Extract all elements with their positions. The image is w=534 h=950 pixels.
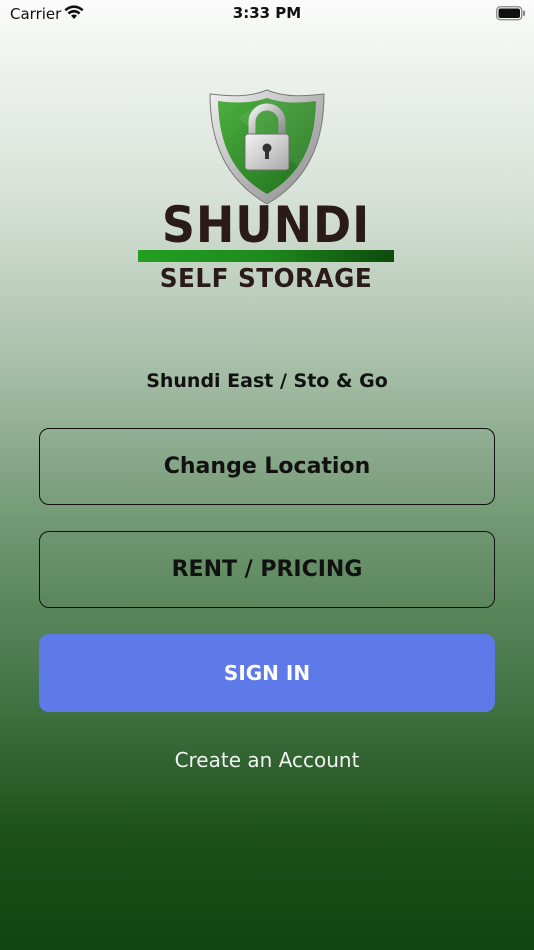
shield-lock-icon: [208, 88, 326, 210]
current-location-label: Shundi East / Sto & Go: [146, 370, 388, 392]
logo-subtitle: SELF STORAGE: [159, 264, 373, 294]
change-location-button[interactable]: Change Location: [39, 428, 495, 505]
logo-green-bar: [138, 250, 394, 262]
status-bar: Carrier 3:33 PM: [0, 0, 534, 28]
rent-pricing-button[interactable]: RENT / PRICING: [39, 531, 495, 608]
sign-in-button[interactable]: SIGN IN: [39, 634, 495, 712]
shundi-logo: SHUNDI SELF STORAGE: [138, 88, 396, 298]
logo-title: SHUNDI: [161, 196, 371, 254]
battery-icon: [496, 6, 526, 25]
clock-time: 3:33 PM: [232, 4, 302, 22]
create-account-link[interactable]: Create an Account: [0, 748, 534, 772]
